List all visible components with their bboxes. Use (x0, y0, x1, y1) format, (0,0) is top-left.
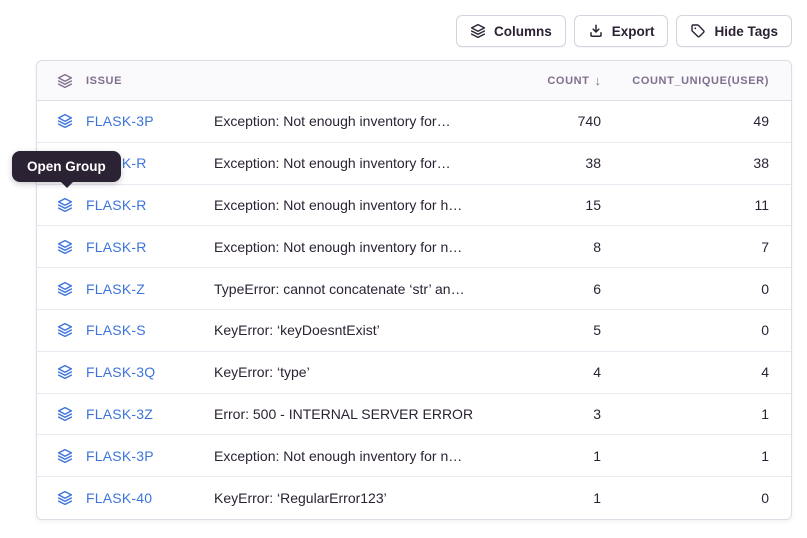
issue-cell: FLASK-Z (37, 281, 214, 297)
open-group-icon[interactable] (57, 490, 73, 506)
issue-id-link[interactable]: FLASK-S (86, 322, 146, 338)
table-row: FLASK-R Exception: Not enough inventory … (37, 226, 791, 268)
table-row: FLASK-R Exception: Not enough inventory … (37, 143, 791, 185)
issue-title: KeyError: ‘type’ (214, 364, 496, 380)
layers-icon (57, 73, 73, 89)
count-unique-value: 38 (601, 155, 791, 171)
count-unique-value: 0 (601, 490, 791, 506)
open-group-icon[interactable] (57, 197, 73, 213)
open-group-tooltip: Open Group (12, 151, 121, 182)
count-value: 6 (496, 281, 601, 297)
issue-cell: FLASK-3P (37, 113, 214, 129)
count-value: 15 (496, 197, 601, 213)
table-row: FLASK-R Exception: Not enough inventory … (37, 185, 791, 227)
issue-cell: FLASK-3P (37, 448, 214, 464)
count-value: 4 (496, 364, 601, 380)
open-group-icon[interactable] (57, 322, 73, 338)
table-row: FLASK-S KeyError: ‘keyDoesntExist’ 5 0 (37, 310, 791, 352)
open-group-icon[interactable] (57, 113, 73, 129)
issue-id-link[interactable]: FLASK-3P (86, 448, 154, 464)
count-unique-column-label: COUNT_UNIQUE(USER) (632, 75, 769, 87)
download-icon (588, 23, 604, 39)
columns-button-label: Columns (494, 24, 552, 39)
count-value: 3 (496, 406, 601, 422)
issue-id-link[interactable]: FLASK-R (86, 239, 147, 255)
issue-title: Exception: Not enough inventory for… (214, 155, 496, 171)
table-row: FLASK-3Q KeyError: ‘type’ 4 4 (37, 352, 791, 394)
issue-title: Exception: Not enough inventory for n… (214, 448, 496, 464)
count-value: 1 (496, 448, 601, 464)
count-unique-value: 49 (601, 113, 791, 129)
issue-id-link[interactable]: FLASK-40 (86, 490, 152, 506)
issue-title: TypeError: cannot concatenate ‘str’ an… (214, 281, 496, 297)
results-table: ISSUE COUNT ↓ COUNT_UNIQUE(USER) FLASK-3… (36, 60, 792, 520)
table-body: FLASK-3P Exception: Not enough inventory… (37, 101, 791, 519)
issue-title: Error: 500 - INTERNAL SERVER ERROR (214, 406, 496, 422)
issue-title: KeyError: ‘RegularError123’ (214, 490, 496, 506)
issue-id-link[interactable]: FLASK-3P (86, 113, 154, 129)
count-value: 5 (496, 322, 601, 338)
count-unique-value: 7 (601, 239, 791, 255)
count-unique-value: 1 (601, 448, 791, 464)
issue-title: Exception: Not enough inventory for… (214, 113, 496, 129)
issue-id-link[interactable]: FLASK-Z (86, 281, 145, 297)
count-value: 740 (496, 113, 601, 129)
table-row: FLASK-Z TypeError: cannot concatenate ‘s… (37, 268, 791, 310)
hide-tags-button-label: Hide Tags (714, 24, 778, 39)
hide-tags-button[interactable]: Hide Tags (676, 15, 792, 47)
table-row: FLASK-40 KeyError: ‘RegularError123’ 1 0 (37, 477, 791, 519)
issue-title: Exception: Not enough inventory for h… (214, 197, 496, 213)
issue-title: Exception: Not enough inventory for n… (214, 239, 496, 255)
table-row: FLASK-3P Exception: Not enough inventory… (37, 435, 791, 477)
issue-title: KeyError: ‘keyDoesntExist’ (214, 322, 496, 338)
toolbar: Columns Export Hide Tags (456, 15, 792, 47)
table-row: FLASK-3P Exception: Not enough inventory… (37, 101, 791, 143)
open-group-icon[interactable] (57, 406, 73, 422)
column-header-count-unique[interactable]: COUNT_UNIQUE(USER) (601, 75, 791, 87)
column-header-issue[interactable]: ISSUE (37, 73, 214, 89)
table-header-row: ISSUE COUNT ↓ COUNT_UNIQUE(USER) (37, 61, 791, 101)
issue-column-label: ISSUE (86, 75, 122, 87)
issue-cell: FLASK-R (37, 239, 214, 255)
issue-id-link[interactable]: FLASK-R (86, 197, 147, 213)
count-value: 38 (496, 155, 601, 171)
open-group-icon[interactable] (57, 364, 73, 380)
columns-button[interactable]: Columns (456, 15, 566, 47)
count-unique-value: 4 (601, 364, 791, 380)
count-value: 8 (496, 239, 601, 255)
table-row: FLASK-3Z Error: 500 - INTERNAL SERVER ER… (37, 394, 791, 436)
export-button[interactable]: Export (574, 15, 669, 47)
count-value: 1 (496, 490, 601, 506)
count-column-label: COUNT (547, 75, 589, 87)
column-header-count[interactable]: COUNT ↓ (496, 73, 601, 88)
issue-id-link[interactable]: FLASK-3Q (86, 364, 155, 380)
issue-cell: FLASK-S (37, 322, 214, 338)
open-group-icon[interactable] (57, 239, 73, 255)
issue-id-link[interactable]: FLASK-3Z (86, 406, 153, 422)
count-unique-value: 0 (601, 281, 791, 297)
open-group-icon[interactable] (57, 281, 73, 297)
open-group-tooltip-label: Open Group (27, 159, 106, 174)
open-group-icon[interactable] (57, 448, 73, 464)
issue-cell: FLASK-40 (37, 490, 214, 506)
issue-cell: FLASK-R (37, 197, 214, 213)
count-unique-value: 0 (601, 322, 791, 338)
count-unique-value: 1 (601, 406, 791, 422)
issue-cell: FLASK-3Q (37, 364, 214, 380)
tag-icon (690, 23, 706, 39)
layers-icon (470, 23, 486, 39)
issue-cell: FLASK-3Z (37, 406, 214, 422)
count-unique-value: 11 (601, 197, 791, 213)
export-button-label: Export (612, 24, 655, 39)
